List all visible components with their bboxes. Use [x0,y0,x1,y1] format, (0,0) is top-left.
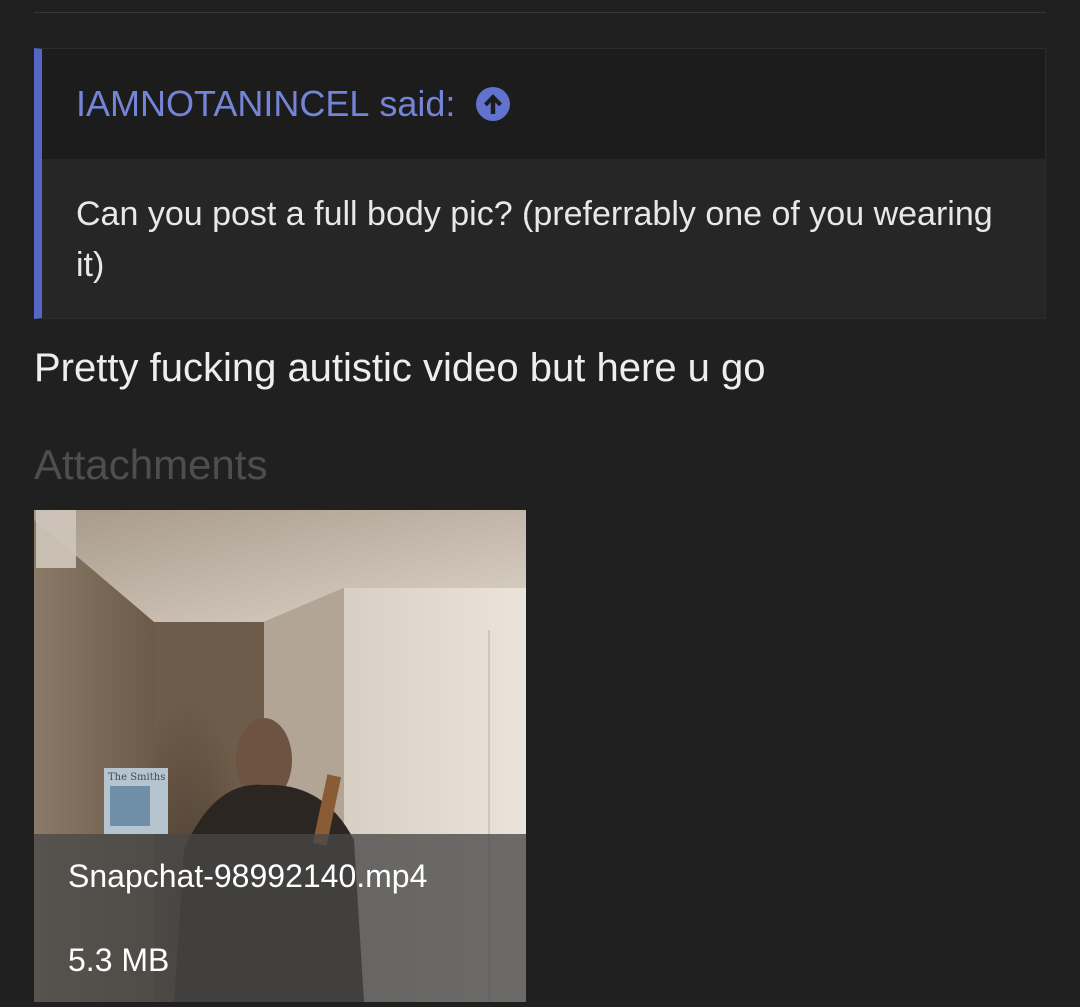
quote-block: IAMNOTANINCEL said: Can you post a full … [34,48,1046,319]
attachment-filename[interactable]: Snapchat-98992140.mp4 [68,856,427,896]
quote-body: Can you post a full body pic? (preferrab… [42,159,1045,318]
divider [34,12,1046,13]
quote-author-link[interactable]: IAMNOTANINCEL [76,83,369,125]
poster-text: The Smiths [108,772,165,783]
arrow-up-circle-icon[interactable] [475,86,511,122]
attachment-info-overlay: Snapchat-98992140.mp4 5.3 MB [34,834,526,1002]
attachments-heading: Attachments [34,441,268,488]
attachment-video-thumbnail[interactable]: The Smiths Snapchat-98992140.mp4 5.3 MB [34,510,526,1002]
quote-said-label: said: [379,83,456,124]
quote-header[interactable]: IAMNOTANINCEL said: [42,49,1045,159]
post-page: IAMNOTANINCEL said: Can you post a full … [0,0,1080,1007]
attachment-filesize: 5.3 MB [68,942,170,978]
post-message: Pretty fucking autistic video but here u… [34,346,766,390]
